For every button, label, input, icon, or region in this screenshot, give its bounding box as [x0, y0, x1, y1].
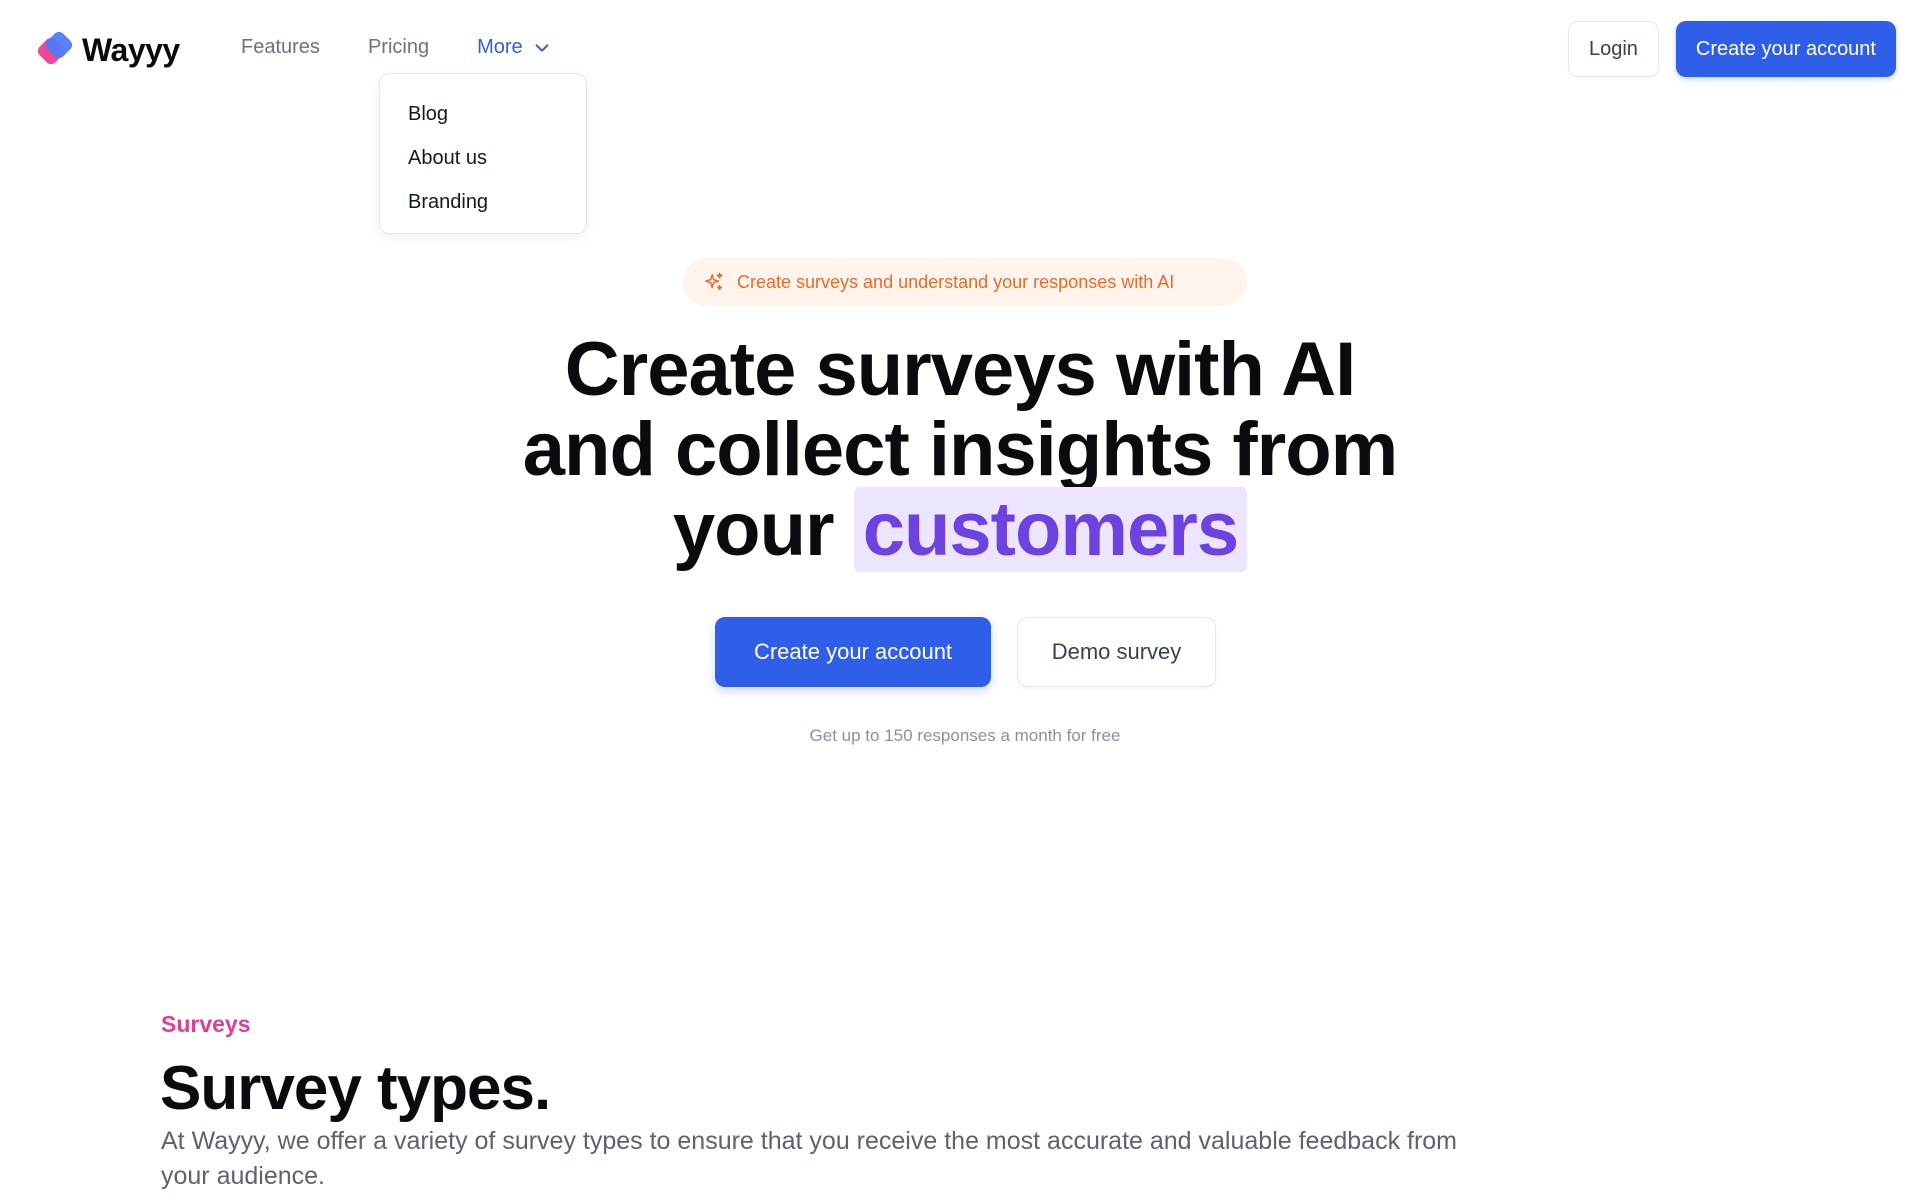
sparkle-icon [705, 272, 723, 291]
landing-page: Wayyy Features Pricing More Blog About u… [0, 0, 1920, 1200]
nav-links: Features Pricing More [241, 36, 599, 59]
chevron-down-icon [535, 43, 549, 52]
nav-link-features[interactable]: Features [241, 36, 320, 59]
login-button[interactable]: Login [1567, 21, 1659, 77]
headline-highlight: customers [853, 487, 1248, 572]
nav-link-more-label: More [477, 36, 523, 58]
section-eyebrow: Surveys [161, 1011, 251, 1037]
more-dropdown-menu: Blog About us Branding [379, 73, 587, 234]
dropdown-item-blog[interactable]: Blog [380, 92, 586, 136]
demo-survey-button[interactable]: Demo survey [1017, 617, 1216, 687]
brand-logo-link[interactable]: Wayyy [35, 27, 180, 73]
headline-line-1: Create surveys with AI [564, 327, 1356, 412]
nav-create-account-button[interactable]: Create your account [1675, 21, 1896, 77]
nav-link-more[interactable]: More [477, 36, 551, 59]
headline-line-3-prefix: your [672, 487, 835, 572]
dropdown-item-branding[interactable]: Branding [380, 180, 586, 224]
hero-create-account-button[interactable]: Create your account [715, 617, 991, 687]
pill-text: Create surveys and understand your respo… [737, 271, 1175, 292]
brand-name: Wayyy [82, 31, 180, 68]
nav-link-pricing[interactable]: Pricing [368, 36, 429, 59]
section-title: Survey types. [160, 1054, 551, 1123]
wayyy-logo-icon [35, 29, 75, 68]
nav-actions: Login Create your account [1567, 21, 1896, 77]
top-nav: Wayyy Features Pricing More Blog About u… [0, 0, 1920, 234]
dropdown-item-about-us[interactable]: About us [380, 136, 586, 180]
ai-announcement-pill: Create surveys and understand your respo… [683, 258, 1247, 306]
free-tier-note: Get up to 150 responses a month for free [809, 726, 1121, 745]
hero-cta-row: Create your account Demo survey [715, 617, 1216, 687]
hero-headline: Create surveys with AI and collect insig… [460, 327, 1460, 572]
headline-line-2: and collect insights from [522, 407, 1398, 492]
section-description: At Wayyy, we offer a variety of survey t… [161, 1127, 1458, 1190]
